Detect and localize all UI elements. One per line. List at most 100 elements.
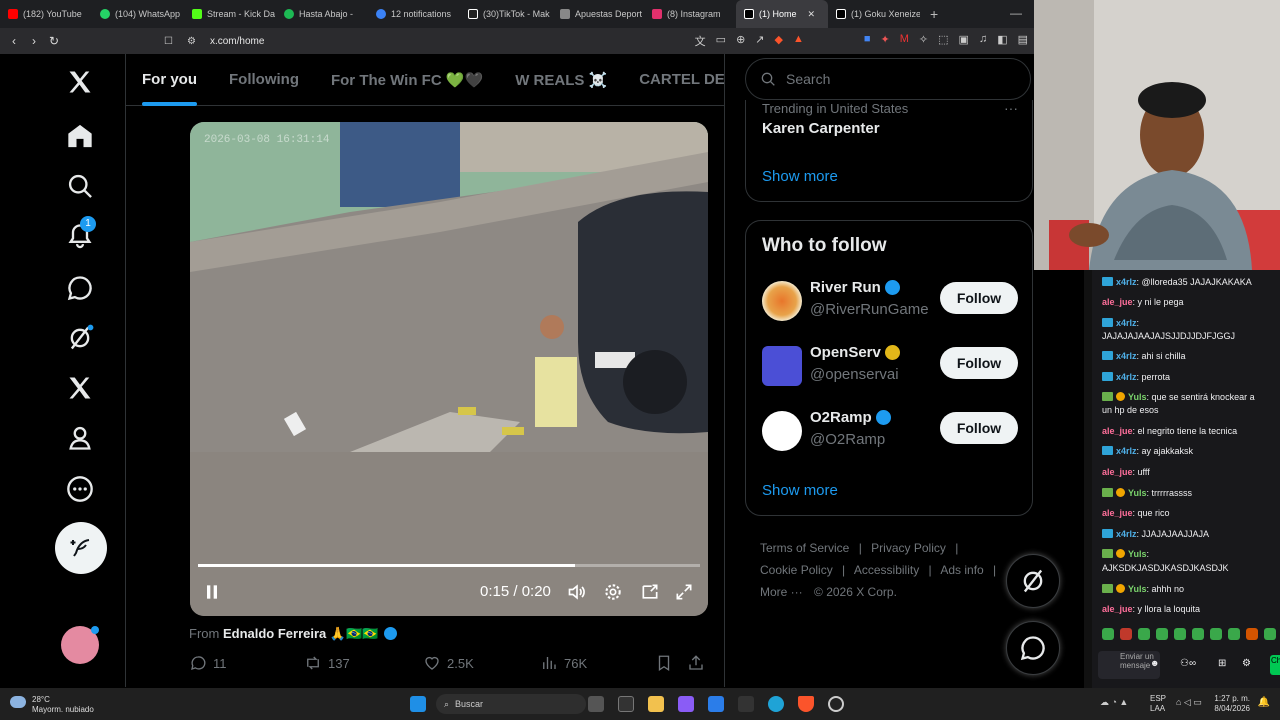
- settings-icon[interactable]: ⚇∞: [1180, 658, 1196, 669]
- cast-icon[interactable]: ▭: [716, 33, 726, 49]
- settings-button[interactable]: [601, 580, 625, 604]
- chat-username[interactable]: ale_jue: [1102, 467, 1133, 477]
- footer-link-privacy[interactable]: Privacy Policy: [871, 541, 946, 555]
- network-volume-battery-icons[interactable]: ⌂ ◁ ▭: [1176, 697, 1202, 708]
- terminal-icon[interactable]: [738, 696, 754, 712]
- reload-icon[interactable]: ↻: [44, 34, 64, 48]
- nav-explore[interactable]: [60, 166, 100, 206]
- back-icon[interactable]: ‹: [4, 34, 24, 48]
- share-icon[interactable]: ↗: [755, 33, 764, 49]
- nav-grok[interactable]: [60, 318, 100, 358]
- chat-username[interactable]: Yuls: [1128, 549, 1147, 559]
- copilot-icon[interactable]: [678, 696, 694, 712]
- emote-icon[interactable]: [1138, 628, 1150, 640]
- video-progress-bar[interactable]: [198, 564, 700, 567]
- repost-button[interactable]: 137: [304, 654, 350, 672]
- views-button[interactable]: 76K: [540, 654, 587, 672]
- emote-icon[interactable]: [1120, 628, 1132, 640]
- follow-suggestion[interactable]: OpenServ @openservai Follow: [762, 342, 1018, 390]
- brave-rewards-icon[interactable]: ▲: [793, 33, 804, 49]
- tab-cartel[interactable]: CARTEL DE LO: [623, 54, 724, 106]
- nav-more[interactable]: [60, 469, 100, 509]
- browser-tab-x-goku[interactable]: (1) Goku Xeneize: [828, 0, 920, 28]
- emote-icon[interactable]: [1228, 628, 1240, 640]
- browser-tab-apuestas[interactable]: Apuestas Deport: [552, 0, 644, 28]
- tab-for-the-win-fc[interactable]: For The Win FC 💚🖤: [315, 54, 499, 106]
- from-author[interactable]: Ednaldo Ferreira 🙏🇧🇷🇧🇷: [223, 626, 378, 641]
- gift-icon[interactable]: ⊞: [1218, 658, 1226, 669]
- edge-icon[interactable]: [768, 696, 784, 712]
- nav-profile[interactable]: [60, 418, 100, 458]
- store-icon[interactable]: [708, 696, 724, 712]
- system-clock[interactable]: 1:27 p. m. 8/04/2026: [1214, 694, 1250, 714]
- search-box[interactable]: Search: [745, 58, 1031, 100]
- sidebar-icon[interactable]: ◧: [997, 33, 1007, 49]
- media-controls-icon[interactable]: ♫: [979, 33, 987, 49]
- brave-icon[interactable]: [798, 696, 814, 712]
- volume-button[interactable]: [565, 580, 589, 604]
- chat-username[interactable]: ale_jue: [1102, 508, 1133, 518]
- messages-floating-button[interactable]: [1006, 621, 1060, 675]
- taskbar-search[interactable]: ⌕ Buscar: [436, 694, 586, 714]
- bookmark-button[interactable]: [655, 654, 673, 672]
- footer-link-terms[interactable]: Terms of Service: [760, 541, 849, 555]
- browser-tab-whatsapp[interactable]: (104) WhatsApp: [92, 0, 184, 28]
- chat-username[interactable]: ale_jue: [1102, 297, 1133, 307]
- chat-send-button[interactable]: Ch: [1270, 655, 1280, 675]
- chat-username[interactable]: x4rlz: [1116, 372, 1137, 382]
- browser-tab-kick[interactable]: Stream - Kick Da: [184, 0, 276, 28]
- emote-icon[interactable]: [1192, 628, 1204, 640]
- zoom-icon[interactable]: ⊕: [736, 33, 745, 49]
- notification-bell-icon[interactable]: 🔔: [1258, 697, 1270, 708]
- video-player[interactable]: 2026-03-08 16:31:14 0:15 / 0:20: [190, 122, 708, 616]
- extension-icon[interactable]: M: [900, 33, 909, 49]
- grok-floating-button[interactable]: [1006, 554, 1060, 608]
- chat-username[interactable]: Yuls: [1128, 488, 1147, 498]
- browser-tab-tiktok[interactable]: (30)TikTok - Mak: [460, 0, 552, 28]
- search-input[interactable]: Search: [786, 71, 830, 87]
- browser-tab-instagram[interactable]: (8) Instagram: [644, 0, 736, 28]
- browser-tab-youtube[interactable]: (182) YouTube: [0, 0, 92, 28]
- follow-button[interactable]: Follow: [940, 412, 1018, 444]
- weather-widget[interactable]: 28°C Mayorm. nubiado: [32, 695, 94, 715]
- trends-show-more[interactable]: Show more: [762, 168, 838, 185]
- app-icon[interactable]: [618, 696, 634, 712]
- emote-icon[interactable]: [1264, 628, 1276, 640]
- fullscreen-button[interactable]: [672, 580, 696, 604]
- post-button[interactable]: [55, 522, 107, 574]
- extensions-puzzle-icon[interactable]: ✧: [919, 33, 928, 49]
- emote-icon[interactable]: [1102, 628, 1114, 640]
- site-info-icon[interactable]: ⚙: [187, 36, 196, 47]
- wallet-icon[interactable]: ▤: [1018, 33, 1028, 49]
- footer-link-accessibility[interactable]: Accessibility: [854, 563, 919, 577]
- url-field[interactable]: x.com/home: [210, 36, 264, 47]
- minimize-window-icon[interactable]: —: [1010, 6, 1022, 20]
- extension-icon[interactable]: ✦: [881, 33, 890, 49]
- nav-notifications[interactable]: 1: [60, 216, 100, 256]
- new-tab-button[interactable]: +: [930, 6, 938, 22]
- nav-home[interactable]: [60, 116, 100, 156]
- forward-icon[interactable]: ›: [24, 34, 44, 48]
- emoji-icon[interactable]: ☻: [1150, 658, 1159, 668]
- nav-messages[interactable]: [60, 268, 100, 308]
- extension-icon[interactable]: ■: [864, 33, 871, 49]
- chat-username[interactable]: Yuls: [1128, 584, 1147, 594]
- follow-button[interactable]: Follow: [940, 347, 1018, 379]
- chat-username[interactable]: x4rlz: [1116, 277, 1137, 287]
- task-view-icon[interactable]: [588, 696, 604, 712]
- footer-link-ads[interactable]: Ads info: [940, 563, 983, 577]
- windows-start-icon[interactable]: [410, 696, 426, 712]
- emote-icon[interactable]: [1156, 628, 1168, 640]
- trend-more-icon[interactable]: ···: [1004, 100, 1018, 116]
- chat-username[interactable]: x4rlz: [1116, 351, 1137, 361]
- chat-username[interactable]: Yuls: [1128, 392, 1147, 402]
- trend-item[interactable]: Trending in United States Karen Carpente…: [762, 100, 1018, 140]
- chat-username[interactable]: ale_jue: [1102, 426, 1133, 436]
- reply-button[interactable]: 11: [189, 654, 227, 672]
- x-home-logo[interactable]: [60, 62, 100, 102]
- browser-tab-spotify[interactable]: Hasta Abajo -: [276, 0, 368, 28]
- emote-icon[interactable]: [1210, 628, 1222, 640]
- footer-link-more[interactable]: More ···: [760, 585, 803, 599]
- extension-icon[interactable]: ▣: [959, 33, 969, 49]
- account-avatar[interactable]: [61, 626, 99, 664]
